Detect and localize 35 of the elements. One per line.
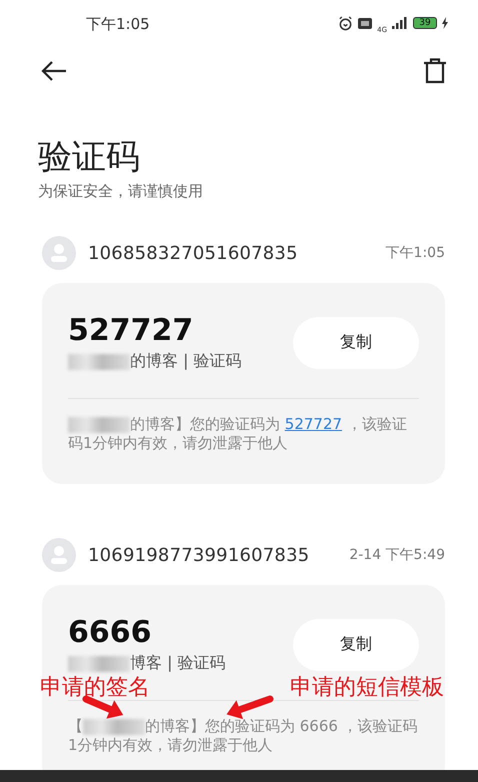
sender-label: 的博客 | 验证码 (130, 351, 242, 372)
annotation-label: 申请的短信模板 (290, 677, 444, 699)
sender-number: 1069198773991607835 (88, 544, 310, 566)
blurred-text (83, 718, 145, 735)
blurred-text (68, 416, 130, 433)
copy-button[interactable]: 复制 (293, 618, 419, 670)
trash-icon (423, 58, 447, 84)
copy-button[interactable]: 复制 (293, 316, 419, 368)
message-text: 【 的博客】您的验证码为 6666 ，该验证码1分钟内有效，请勿泄露于他人 (68, 717, 419, 755)
message-time: 下午1:05 (386, 244, 445, 262)
message-text: 的博客】您的验证码为 527727 ，该验证码1分钟内有效，请勿泄露于他人 (68, 415, 408, 453)
sender-label: 博客 | 验证码 (130, 653, 226, 674)
blurred-text (68, 354, 130, 370)
delete-button[interactable] (423, 58, 447, 84)
back-button[interactable] (40, 60, 68, 82)
clock-time: 下午1:05 (86, 14, 151, 34)
hd-icon (358, 18, 372, 28)
page-subtitle: 为保证安全，请谨慎使用 (38, 182, 204, 201)
verification-code: 527727 (68, 313, 194, 349)
avatar-icon (42, 236, 76, 270)
alarm-icon (338, 16, 354, 30)
message-time: 2-14 下午5:49 (349, 546, 445, 564)
signal-icon (392, 17, 408, 29)
back-arrow-icon (40, 60, 68, 82)
battery-level: 39 (413, 17, 437, 29)
verification-code: 6666 (68, 615, 152, 651)
annotation-label: 申请的签名 (40, 677, 150, 699)
annotation-arrow (82, 696, 124, 719)
page-title: 验证码 (38, 136, 141, 179)
code-link[interactable]: 527727 (284, 415, 342, 433)
blurred-text (68, 656, 130, 672)
avatar-icon (42, 538, 76, 572)
charging-icon (442, 17, 448, 29)
annotation-arrow (226, 696, 274, 720)
sender-number: 106858327051607835 (88, 242, 299, 264)
